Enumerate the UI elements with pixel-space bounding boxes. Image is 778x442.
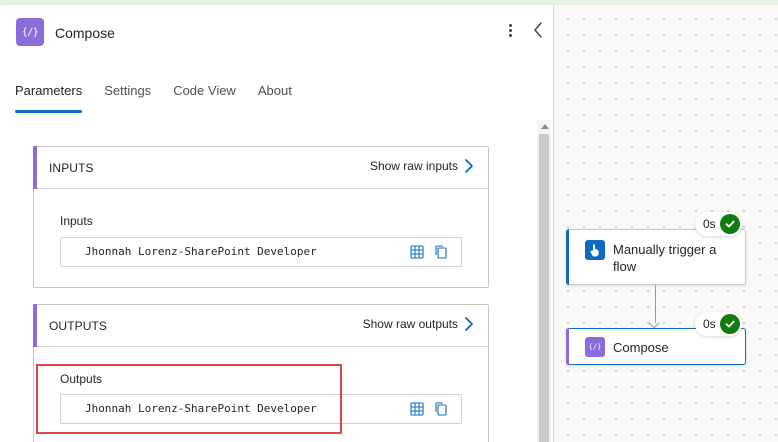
outputs-value-box: Jhonnah Lorenz-SharePoint Developer [60, 394, 462, 424]
success-check-icon [719, 214, 740, 234]
compose-node-icon: {/} [585, 337, 605, 357]
copy-icon[interactable] [433, 401, 449, 417]
outputs-card: OUTPUTS Show raw outputs Outputs Jhonnah… [33, 304, 489, 442]
tab-about[interactable]: About [258, 83, 292, 113]
show-raw-inputs-link[interactable]: Show raw inputs [370, 158, 474, 174]
inputs-value: Jhonnah Lorenz-SharePoint Developer [85, 245, 317, 258]
inputs-field-label: Inputs [60, 214, 93, 228]
compose-duration: 0s [703, 317, 716, 331]
manual-trigger-icon [585, 240, 605, 260]
outputs-card-header: OUTPUTS Show raw outputs [33, 304, 488, 347]
compose-node-label: Compose [613, 340, 669, 355]
outputs-card-title: OUTPUTS [49, 319, 108, 333]
flow-canvas[interactable]: Manually trigger a flow 0s {/} Compose 0… [554, 5, 778, 442]
chevron-right-icon [465, 159, 473, 173]
scrollbar-thumb[interactable] [539, 134, 549, 442]
inputs-card: INPUTS Show raw inputs Inputs Jhonnah Lo… [33, 146, 489, 288]
inputs-card-title: INPUTS [49, 161, 94, 175]
show-raw-outputs-link[interactable]: Show raw outputs [363, 316, 474, 332]
show-raw-outputs-label: Show raw outputs [362, 317, 458, 331]
panel-header: {/} Compose [0, 5, 553, 60]
inputs-card-header: INPUTS Show raw inputs [33, 146, 488, 189]
tab-parameters[interactable]: Parameters [15, 83, 83, 113]
compose-node-icon-glyph: {/} [588, 343, 602, 351]
scroll-up-arrow-icon[interactable] [541, 124, 549, 129]
flow-connector [655, 285, 656, 323]
panel-title: Compose [55, 25, 115, 41]
outputs-value: Jhonnah Lorenz-SharePoint Developer [85, 402, 317, 415]
trigger-duration: 0s [703, 217, 716, 231]
tab-settings[interactable]: Settings [104, 83, 151, 113]
compose-icon-glyph: {/} [21, 26, 39, 38]
panel-tabs: Parameters Settings Code View About [15, 83, 314, 113]
more-options-icon[interactable] [500, 19, 520, 41]
trigger-status-badge: 0s [695, 212, 742, 236]
outputs-field-label: Outputs [60, 372, 103, 386]
success-check-icon [719, 314, 740, 334]
trigger-node-label: Manually trigger a flow [613, 242, 717, 274]
parameters-scroll-area: INPUTS Show raw inputs Inputs Jhonnah Lo… [0, 120, 553, 442]
connector-arrow-icon [648, 317, 660, 329]
trigger-node[interactable]: Manually trigger a flow [566, 229, 746, 285]
copy-icon[interactable] [433, 244, 449, 260]
chevron-right-icon [465, 317, 473, 331]
inputs-value-box: Jhonnah Lorenz-SharePoint Developer [60, 237, 462, 267]
collapse-panel-chevron-icon[interactable] [530, 20, 546, 40]
compose-action-icon: {/} [16, 18, 44, 46]
hand-tap-icon [590, 244, 599, 257]
compose-status-badge: 0s [695, 312, 742, 336]
table-view-icon[interactable] [409, 401, 425, 417]
tab-code-view[interactable]: Code View [173, 83, 236, 113]
show-raw-inputs-label: Show raw inputs [369, 159, 458, 173]
action-details-panel: {/} Compose Parameters Settings Code Vie… [0, 5, 554, 442]
table-view-icon[interactable] [409, 244, 425, 260]
